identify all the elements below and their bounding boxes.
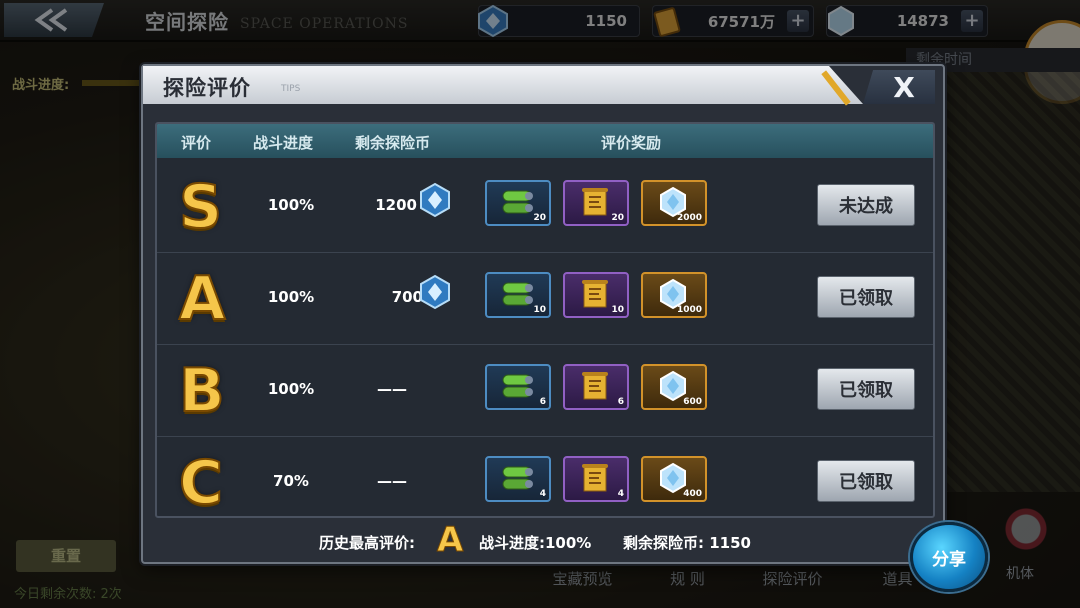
status-button[interactable]: 已领取 (817, 276, 915, 318)
scroll-icon (582, 464, 608, 492)
reward-fuel[interactable]: 10 (485, 272, 551, 318)
explore-coin-icon (420, 274, 450, 310)
row-coins: 1200 (375, 196, 417, 214)
row-coins: 700 (391, 288, 423, 306)
reward-crystal[interactable]: 2000 (641, 180, 707, 226)
row-progress: 100% (267, 196, 315, 214)
scroll-icon (582, 372, 608, 400)
reward-qty: 10 (533, 305, 546, 315)
fuel-canister-icon (502, 282, 533, 306)
reward-scroll[interactable]: 10 (563, 272, 629, 318)
share-button[interactable]: 分享 (910, 522, 988, 592)
reward-fuel[interactable]: 4 (485, 456, 551, 502)
reward-qty: 4 (617, 489, 624, 499)
table-header: 评价 战斗进度 剩余探险币 评价奖励 (157, 124, 933, 158)
fuel-canister-icon (502, 466, 533, 490)
reward-qty: 6 (539, 397, 546, 407)
reward-qty: 10 (611, 305, 624, 315)
evaluation-dialog: 探险评价 TIPS X 评价 战斗进度 剩余探险币 评价奖励 S 100% 12… (141, 64, 945, 564)
col-coins: 剩余探险币 (355, 134, 431, 152)
reward-scroll[interactable]: 20 (563, 180, 629, 226)
dialog-footer: 历史最高评价: A 战斗进度:100% 剩余探险币: 1150 (143, 520, 943, 561)
best-grade-label: 历史最高评价: (319, 534, 415, 552)
row-progress: 100% (267, 288, 315, 306)
reward-qty: 20 (533, 213, 546, 223)
row-coins: —— (377, 472, 407, 490)
grade-letter: A (178, 263, 226, 335)
reward-crystal[interactable]: 600 (641, 364, 707, 410)
evaluation-table: 评价 战斗进度 剩余探险币 评价奖励 S 100% 1200 20 20 200… (155, 122, 935, 518)
reward-qty: 2000 (676, 213, 702, 223)
fuel-canister-icon (502, 190, 533, 214)
grade-letter: C (178, 447, 224, 518)
reward-crystal[interactable]: 1000 (641, 272, 707, 318)
status-button[interactable]: 未达成 (817, 184, 915, 226)
fuel-canister-icon (502, 374, 533, 398)
row-progress: 70% (273, 472, 309, 490)
reward-qty: 20 (611, 213, 624, 223)
col-grade: 评价 (181, 134, 212, 152)
reward-fuel[interactable]: 20 (485, 180, 551, 226)
reward-crystal[interactable]: 400 (641, 456, 707, 502)
status-button[interactable]: 已领取 (817, 368, 915, 410)
explore-coin-icon (420, 182, 450, 218)
reward-qty: 4 (539, 489, 546, 499)
dialog-tips: TIPS (281, 84, 301, 94)
reward-scroll[interactable]: 6 (563, 364, 629, 410)
reward-qty: 600 (683, 397, 702, 407)
table-row-a: A 100% 700 10 10 1000 已领取 (157, 252, 933, 345)
grade-letter: S (178, 171, 223, 243)
scroll-icon (582, 188, 608, 216)
table-row-c: C 70% —— 4 4 400 已领取 (157, 436, 933, 518)
row-coins: —— (377, 380, 407, 398)
row-progress: 100% (267, 380, 315, 398)
status-button[interactable]: 已领取 (817, 460, 915, 502)
reward-fuel[interactable]: 6 (485, 364, 551, 410)
best-coins: 剩余探险币: 1150 (623, 534, 751, 552)
table-row-s: S 100% 1200 20 20 2000 未达成 (157, 160, 933, 253)
close-button[interactable]: X (863, 70, 935, 104)
scroll-icon (582, 280, 608, 308)
reward-qty: 1000 (676, 305, 702, 315)
col-rewards: 评价奖励 (601, 134, 662, 152)
reward-qty: 6 (617, 397, 624, 407)
grade-letter: B (178, 355, 226, 427)
best-grade: A (436, 520, 464, 561)
reward-qty: 400 (683, 489, 702, 499)
close-icon: X (893, 70, 915, 104)
best-progress: 战斗进度:100% (479, 534, 592, 552)
table-row-b: B 100% —— 6 6 600 已领取 (157, 344, 933, 437)
col-progress: 战斗进度 (253, 134, 314, 152)
dialog-title: 探险评价 (163, 76, 251, 100)
reward-scroll[interactable]: 4 (563, 456, 629, 502)
